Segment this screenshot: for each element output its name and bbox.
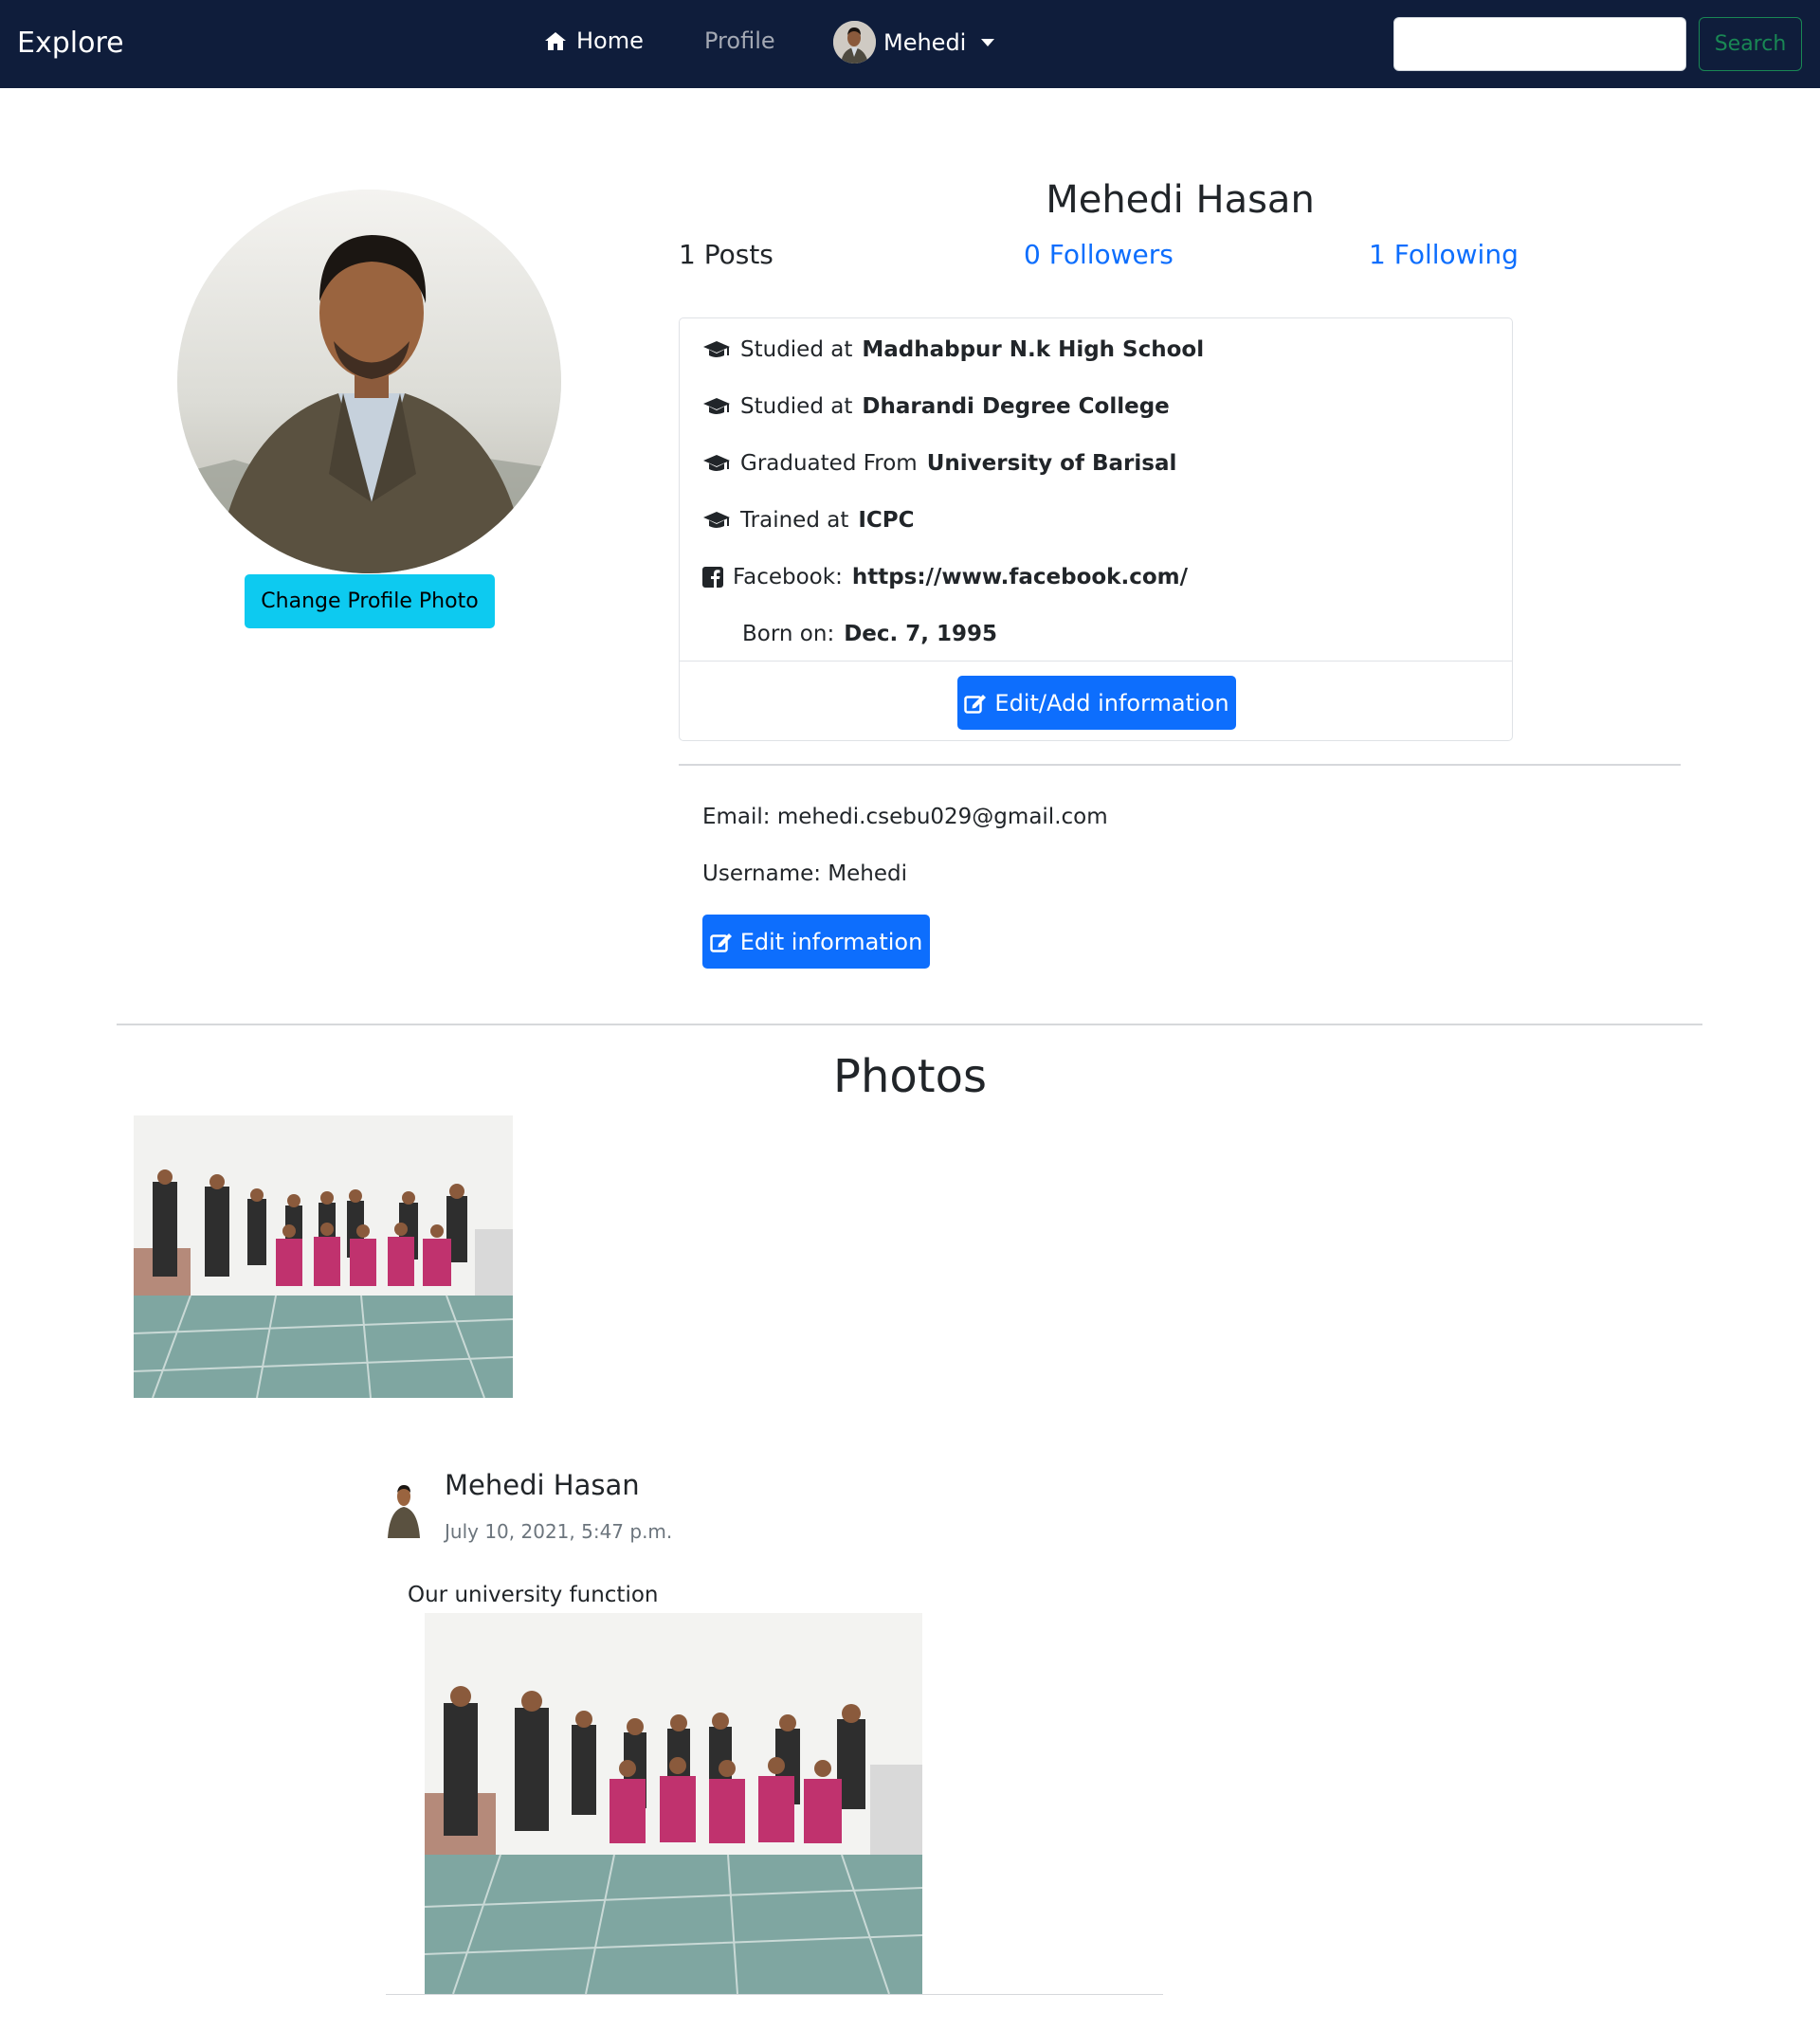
home-icon [545, 32, 566, 50]
info-value: Dec. 7, 1995 [844, 622, 998, 646]
info-card: Studied at Madhabpur N.k High School Stu… [679, 317, 1513, 741]
graduation-cap-icon [703, 512, 730, 528]
info-value: University of Barisal [926, 451, 1177, 476]
post-body-text: Our university function [408, 1583, 659, 1607]
info-value: Dharandi Degree College [862, 394, 1170, 419]
edit-info-label: Edit information [739, 928, 923, 955]
info-value: ICPC [858, 508, 915, 533]
nav-profile-link[interactable]: Profile [704, 27, 775, 54]
info-item-training: Trained at ICPC [702, 508, 915, 533]
info-value: Madhabpur N.k High School [862, 337, 1205, 362]
search-button[interactable]: Search [1699, 17, 1802, 71]
post-author-avatar [386, 1474, 422, 1538]
info-item-birthday: Born on: Dec. 7, 1995 [742, 622, 997, 646]
info-item-university: Graduated From University of Barisal [702, 451, 1176, 476]
photos-heading: Photos [833, 1050, 987, 1103]
graduation-cap-icon [703, 341, 730, 357]
edit-add-label: Edit/Add information [994, 689, 1229, 716]
posts-count: 1 Posts [679, 239, 774, 270]
post-image[interactable] [425, 1613, 922, 1994]
info-prefix: Graduated From [740, 451, 918, 476]
info-prefix: Facebook: [733, 565, 843, 589]
edit-add-information-button[interactable]: Edit/Add information [957, 676, 1236, 730]
avatar [833, 21, 876, 63]
graduation-cap-icon [703, 398, 730, 414]
following-link[interactable]: 1 Following [1369, 239, 1519, 270]
facebook-icon [702, 567, 723, 588]
info-prefix: Trained at [740, 508, 849, 533]
info-item-school: Studied at Madhabpur N.k High School [702, 337, 1204, 362]
edit-icon [964, 694, 987, 714]
username-text: Username: Mehedi [702, 861, 908, 886]
divider [117, 1024, 1702, 1025]
facebook-link[interactable]: https://www.facebook.com/ [852, 565, 1188, 589]
nav-home-link[interactable]: Home [544, 27, 644, 54]
email-text: Email: mehedi.csebu029@gmail.com [702, 805, 1108, 829]
top-navbar: Explore Home Profile Mehedi Search [0, 0, 1820, 88]
profile-photo [177, 190, 561, 573]
info-prefix: Born on: [742, 622, 835, 646]
info-prefix: Studied at [740, 394, 853, 419]
info-list: Studied at Madhabpur N.k High School Stu… [680, 318, 1512, 662]
brand-logo[interactable]: Explore [17, 27, 124, 60]
info-item-college: Studied at Dharandi Degree College [702, 394, 1170, 419]
divider [386, 1994, 1163, 1995]
graduation-cap-icon [703, 455, 730, 471]
followers-link[interactable]: 0 Followers [1024, 239, 1174, 270]
search-input[interactable] [1393, 17, 1686, 71]
profile-name: Mehedi Hasan [1046, 178, 1315, 222]
post-author-name[interactable]: Mehedi Hasan [445, 1469, 640, 1501]
info-item-facebook: Facebook: https://www.facebook.com/ [702, 565, 1188, 589]
info-prefix: Studied at [740, 337, 853, 362]
photo-thumbnail[interactable] [134, 1115, 513, 1398]
nav-home-label: Home [576, 27, 644, 54]
user-dropdown-toggle[interactable]: Mehedi [833, 21, 995, 63]
caret-down-icon [981, 38, 995, 46]
post-timestamp: July 10, 2021, 5:47 p.m. [445, 1520, 673, 1543]
divider [679, 764, 1681, 766]
edit-information-button[interactable]: Edit information [702, 915, 930, 969]
change-profile-photo-button[interactable]: Change Profile Photo [245, 574, 495, 628]
edit-icon [709, 933, 732, 952]
nav-user-label: Mehedi [883, 28, 967, 56]
